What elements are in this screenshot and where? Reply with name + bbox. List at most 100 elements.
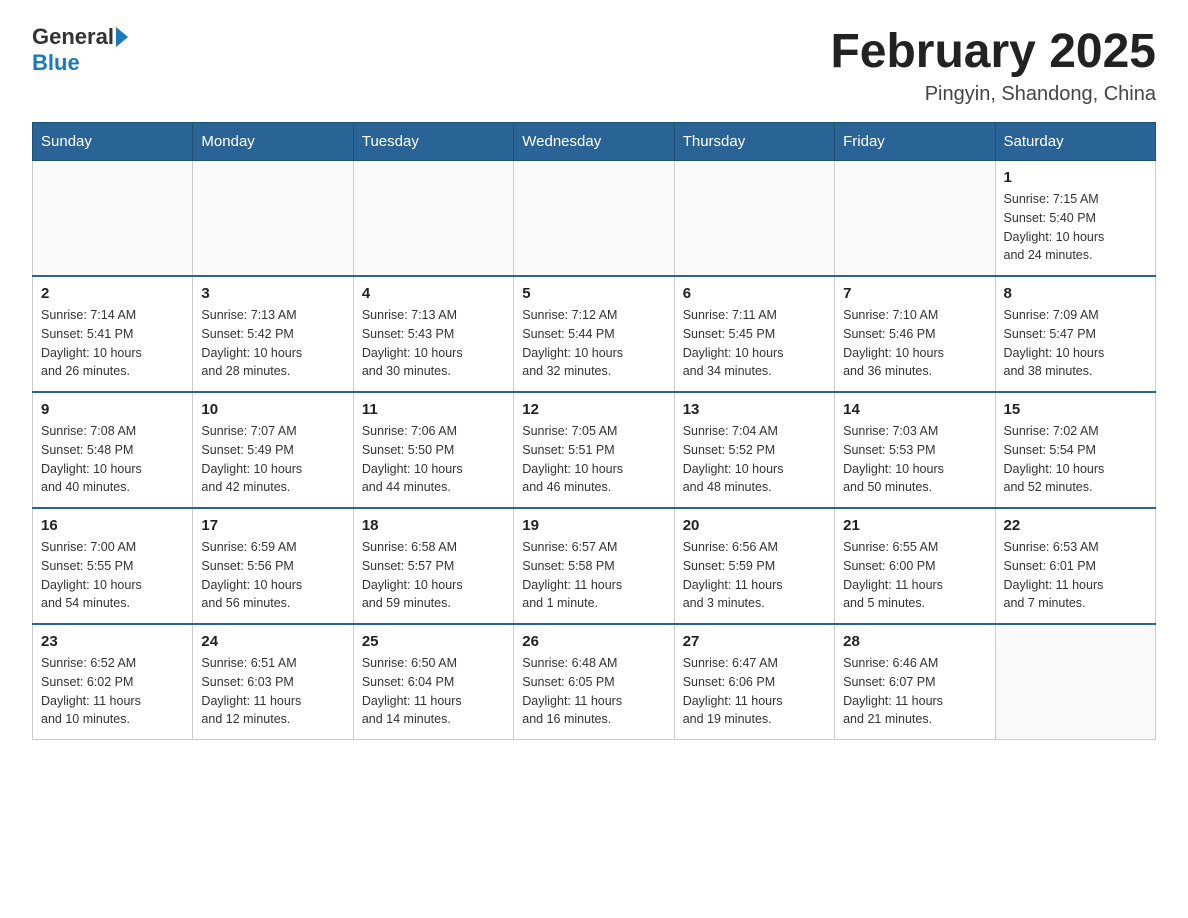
title-section: February 2025 Pingyin, Shandong, China (830, 24, 1156, 106)
day-info: Sunrise: 7:03 AMSunset: 5:53 PMDaylight:… (843, 422, 986, 497)
calendar-day-cell: 12 Sunrise: 7:05 AMSunset: 5:51 PMDayligh… (514, 392, 674, 508)
calendar-day-cell: 17Sunrise: 6:59 AMSunset: 5:56 PMDayligh… (193, 508, 353, 624)
day-info: Sunrise: 7:09 AMSunset: 5:47 PMDaylight:… (1004, 306, 1147, 381)
calendar-week-row: 23 Sunrise: 6:52 AMSunset: 6:02 PMDayligh… (33, 624, 1156, 740)
calendar-day-cell: 15 Sunrise: 7:02 AMSunset: 5:54 PMDayligh… (995, 392, 1155, 508)
day-number: 6 (683, 285, 826, 302)
location-title: Pingyin, Shandong, China (830, 83, 1156, 106)
calendar-day-header: Sunday (33, 123, 193, 161)
calendar-week-row: 9 Sunrise: 7:08 AMSunset: 5:48 PMDaylight… (33, 392, 1156, 508)
calendar-day-cell: 7 Sunrise: 7:10 AMSunset: 5:46 PMDaylight… (835, 276, 995, 392)
calendar-day-cell: 9 Sunrise: 7:08 AMSunset: 5:48 PMDaylight… (33, 392, 193, 508)
day-number: 13 (683, 401, 826, 418)
day-number: 1 (1004, 169, 1147, 186)
calendar-day-cell: 10 Sunrise: 7:07 AMSunset: 5:49 PMDayligh… (193, 392, 353, 508)
calendar-day-cell: 1 Sunrise: 7:15 AMSunset: 5:40 PMDaylight… (995, 161, 1155, 277)
day-info: Sunrise: 7:13 AMSunset: 5:42 PMDaylight:… (201, 306, 344, 381)
day-info: Sunrise: 6:56 AMSunset: 5:59 PMDaylight:… (683, 538, 826, 613)
calendar-day-cell: 16 Sunrise: 7:00 AMSunset: 5:55 PMDayligh… (33, 508, 193, 624)
day-number: 26 (522, 633, 665, 650)
day-info: Sunrise: 6:50 AMSunset: 6:04 PMDaylight:… (362, 654, 505, 729)
day-number: 21 (843, 517, 986, 534)
day-number: 15 (1004, 401, 1147, 418)
calendar-day-cell: 28Sunrise: 6:46 AMSunset: 6:07 PMDayligh… (835, 624, 995, 740)
day-info: Sunrise: 7:02 AMSunset: 5:54 PMDaylight:… (1004, 422, 1147, 497)
day-number: 2 (41, 285, 184, 302)
calendar-day-cell (193, 161, 353, 277)
day-number: 25 (362, 633, 505, 650)
day-number: 7 (843, 285, 986, 302)
day-info: Sunrise: 7:08 AMSunset: 5:48 PMDaylight:… (41, 422, 184, 497)
calendar-day-cell: 5Sunrise: 7:12 AMSunset: 5:44 PMDaylight… (514, 276, 674, 392)
day-info: Sunrise: 7:05 AMSunset: 5:51 PMDaylight:… (522, 422, 665, 497)
logo-blue-text: Blue (32, 50, 80, 75)
day-info: Sunrise: 6:48 AMSunset: 6:05 PMDaylight:… (522, 654, 665, 729)
calendar-table: SundayMondayTuesdayWednesdayThursdayFrid… (32, 122, 1156, 740)
day-info: Sunrise: 6:52 AMSunset: 6:02 PMDaylight:… (41, 654, 184, 729)
calendar-day-cell: 24 Sunrise: 6:51 AMSunset: 6:03 PMDayligh… (193, 624, 353, 740)
day-info: Sunrise: 7:11 AMSunset: 5:45 PMDaylight:… (683, 306, 826, 381)
day-info: Sunrise: 7:00 AMSunset: 5:55 PMDaylight:… (41, 538, 184, 613)
calendar-week-row: 16 Sunrise: 7:00 AMSunset: 5:55 PMDayligh… (33, 508, 1156, 624)
day-number: 22 (1004, 517, 1147, 534)
day-info: Sunrise: 6:47 AMSunset: 6:06 PMDaylight:… (683, 654, 826, 729)
calendar-day-cell: 23 Sunrise: 6:52 AMSunset: 6:02 PMDayligh… (33, 624, 193, 740)
day-info: Sunrise: 7:15 AMSunset: 5:40 PMDaylight:… (1004, 190, 1147, 265)
day-number: 23 (41, 633, 184, 650)
calendar-week-row: 2 Sunrise: 7:14 AMSunset: 5:41 PMDaylight… (33, 276, 1156, 392)
day-number: 19 (522, 517, 665, 534)
calendar-day-cell: 3 Sunrise: 7:13 AMSunset: 5:42 PMDaylight… (193, 276, 353, 392)
day-number: 10 (201, 401, 344, 418)
logo-general-text: General (32, 24, 114, 50)
calendar-day-cell: 22 Sunrise: 6:53 AMSunset: 6:01 PMDayligh… (995, 508, 1155, 624)
day-info: Sunrise: 7:04 AMSunset: 5:52 PMDaylight:… (683, 422, 826, 497)
calendar-day-header: Friday (835, 123, 995, 161)
logo: General Blue (32, 24, 130, 76)
calendar-day-header: Thursday (674, 123, 834, 161)
page-header: General Blue February 2025 Pingyin, Shan… (32, 24, 1156, 106)
day-number: 9 (41, 401, 184, 418)
day-number: 27 (683, 633, 826, 650)
day-number: 5 (522, 285, 665, 302)
day-info: Sunrise: 7:13 AMSunset: 5:43 PMDaylight:… (362, 306, 505, 381)
calendar-day-cell: 4 Sunrise: 7:13 AMSunset: 5:43 PMDaylight… (353, 276, 513, 392)
day-number: 17 (201, 517, 344, 534)
calendar-day-cell: 13 Sunrise: 7:04 AMSunset: 5:52 PMDayligh… (674, 392, 834, 508)
calendar-day-header: Saturday (995, 123, 1155, 161)
calendar-day-cell: 26 Sunrise: 6:48 AMSunset: 6:05 PMDayligh… (514, 624, 674, 740)
calendar-day-cell: 2 Sunrise: 7:14 AMSunset: 5:41 PMDaylight… (33, 276, 193, 392)
day-number: 20 (683, 517, 826, 534)
calendar-day-header: Wednesday (514, 123, 674, 161)
day-number: 12 (522, 401, 665, 418)
day-number: 14 (843, 401, 986, 418)
calendar-day-cell (674, 161, 834, 277)
day-number: 4 (362, 285, 505, 302)
day-info: Sunrise: 7:10 AMSunset: 5:46 PMDaylight:… (843, 306, 986, 381)
day-number: 16 (41, 517, 184, 534)
calendar-day-header: Monday (193, 123, 353, 161)
calendar-header-row: SundayMondayTuesdayWednesdayThursdayFrid… (33, 123, 1156, 161)
day-info: Sunrise: 6:53 AMSunset: 6:01 PMDaylight:… (1004, 538, 1147, 613)
day-number: 11 (362, 401, 505, 418)
calendar-day-cell: 21Sunrise: 6:55 AMSunset: 6:00 PMDayligh… (835, 508, 995, 624)
day-info: Sunrise: 7:07 AMSunset: 5:49 PMDaylight:… (201, 422, 344, 497)
calendar-day-cell: 6 Sunrise: 7:11 AMSunset: 5:45 PMDaylight… (674, 276, 834, 392)
calendar-day-cell: 8 Sunrise: 7:09 AMSunset: 5:47 PMDaylight… (995, 276, 1155, 392)
calendar-day-cell (33, 161, 193, 277)
calendar-day-cell: 14 Sunrise: 7:03 AMSunset: 5:53 PMDayligh… (835, 392, 995, 508)
calendar-day-cell: 20 Sunrise: 6:56 AMSunset: 5:59 PMDayligh… (674, 508, 834, 624)
calendar-day-cell: 18Sunrise: 6:58 AMSunset: 5:57 PMDayligh… (353, 508, 513, 624)
calendar-day-cell: 25 Sunrise: 6:50 AMSunset: 6:04 PMDayligh… (353, 624, 513, 740)
day-number: 24 (201, 633, 344, 650)
day-info: Sunrise: 7:14 AMSunset: 5:41 PMDaylight:… (41, 306, 184, 381)
month-title: February 2025 (830, 24, 1156, 79)
day-number: 8 (1004, 285, 1147, 302)
calendar-day-cell: 19 Sunrise: 6:57 AMSunset: 5:58 PMDayligh… (514, 508, 674, 624)
day-info: Sunrise: 6:58 AMSunset: 5:57 PMDaylight:… (362, 538, 505, 613)
day-info: Sunrise: 6:51 AMSunset: 6:03 PMDaylight:… (201, 654, 344, 729)
calendar-day-cell: 11 Sunrise: 7:06 AMSunset: 5:50 PMDayligh… (353, 392, 513, 508)
day-number: 3 (201, 285, 344, 302)
day-info: Sunrise: 6:57 AMSunset: 5:58 PMDaylight:… (522, 538, 665, 613)
day-number: 28 (843, 633, 986, 650)
day-info: Sunrise: 7:06 AMSunset: 5:50 PMDaylight:… (362, 422, 505, 497)
